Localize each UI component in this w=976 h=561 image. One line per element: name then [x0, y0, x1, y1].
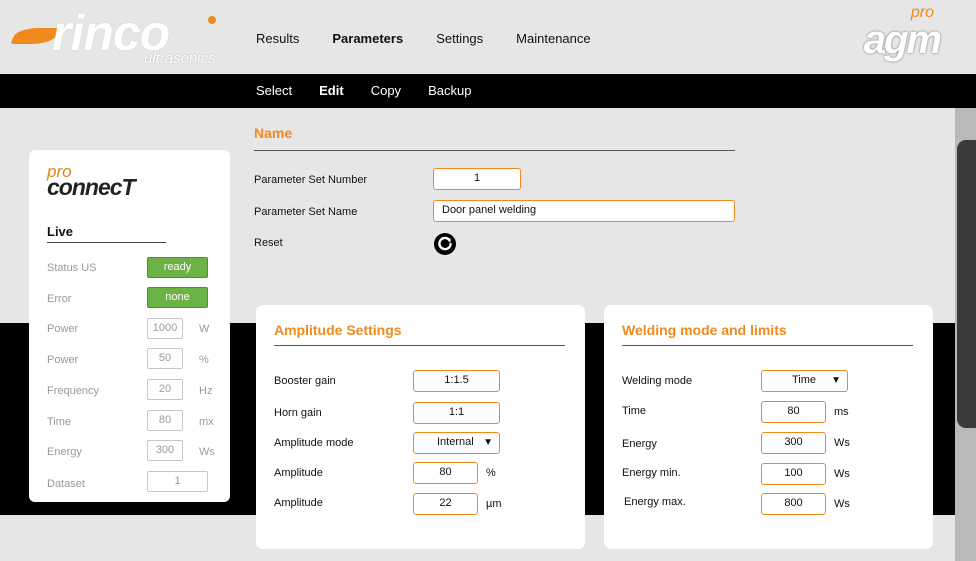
booster-gain-field[interactable]: 1:1.5 [413, 370, 500, 392]
live-dataset-label: Dataset [47, 478, 85, 490]
param-set-name-label: Parameter Set Name [254, 206, 358, 218]
live-power-pct-value: 50 [147, 348, 183, 369]
agm-wordmark: agm [863, 18, 942, 62]
status-badge: ready [147, 257, 208, 278]
param-set-number-field[interactable]: 1 [433, 168, 521, 190]
welding-mode-title: Welding mode and limits [622, 322, 787, 338]
amplitude-mode-value: Internal [437, 436, 474, 448]
horn-gain-label: Horn gain [274, 407, 322, 419]
amplitude-settings-card: Amplitude Settings Booster gain 1:1.5 Ho… [256, 305, 585, 549]
live-status-label: Status US [47, 262, 97, 274]
param-set-name-field[interactable]: Door panel welding [433, 200, 735, 222]
rinco-dot-icon [208, 16, 216, 24]
main-nav: Results Parameters Settings Maintenance [256, 31, 624, 46]
amplitude-um-unit: µm [486, 498, 502, 510]
live-frequency-label: Frequency [47, 385, 99, 397]
booster-gain-label: Booster gain [274, 375, 336, 387]
live-power-w-unit: W [199, 323, 210, 335]
chevron-down-icon: ▼ [831, 375, 841, 386]
welding-divider [622, 345, 913, 346]
live-time-label: Time [47, 416, 72, 428]
name-section-title: Name [254, 125, 293, 141]
energy-min-unit: Ws [834, 468, 850, 480]
live-power-pct-label: Power [47, 354, 79, 366]
top-header: rinco ultrasonics Results Parameters Set… [0, 0, 976, 74]
live-energy-unit: Ws [199, 446, 215, 458]
energy-max-field[interactable]: 800 [761, 493, 826, 515]
welding-mode-select[interactable]: Time ▼ [761, 370, 848, 392]
reset-icon[interactable] [433, 232, 457, 256]
live-title: Live [47, 224, 74, 239]
weld-energy-label: Energy [622, 438, 657, 450]
welding-mode-label: Welding mode [622, 375, 693, 387]
error-badge: none [147, 287, 208, 308]
agm-pro-logo: pro agm [830, 4, 942, 66]
name-section-divider [254, 150, 735, 151]
subnav-backup[interactable]: Backup [428, 83, 471, 98]
amplitude-settings-title: Amplitude Settings [274, 322, 402, 338]
weld-energy-field[interactable]: 300 [761, 432, 826, 454]
weld-time-unit: ms [834, 406, 849, 418]
energy-min-label: Energy min. [622, 467, 681, 479]
weld-energy-unit: Ws [834, 437, 850, 449]
live-dataset-value: 1 [147, 471, 208, 492]
nav-parameters[interactable]: Parameters [332, 31, 403, 46]
energy-max-label: Energy max. [624, 496, 686, 508]
live-time-value: 80 [147, 410, 183, 431]
scrollbar-thumb[interactable] [957, 140, 976, 428]
welding-mode-value: Time [792, 374, 817, 386]
sub-nav: Select Edit Copy Backup [0, 74, 976, 108]
amplitude-divider [274, 345, 565, 346]
chevron-down-icon: ▼ [483, 437, 493, 448]
weld-time-label: Time [622, 405, 647, 417]
amplitude-percent-label: Amplitude [274, 467, 323, 479]
live-energy-value: 300 [147, 440, 183, 461]
amplitude-mode-label: Amplitude mode [274, 437, 354, 449]
param-set-number-label: Parameter Set Number [254, 174, 368, 186]
live-panel: pro connecT Live Status US ready Error n… [29, 150, 230, 502]
subnav-select[interactable]: Select [256, 83, 292, 98]
horn-gain-field[interactable]: 1:1 [413, 402, 500, 424]
welding-mode-card: Welding mode and limits Welding mode Tim… [604, 305, 933, 549]
nav-results[interactable]: Results [256, 31, 299, 46]
energy-max-unit: Ws [834, 498, 850, 510]
amplitude-um-label: Amplitude [274, 497, 323, 509]
live-power-pct-unit: % [199, 354, 209, 366]
live-energy-label: Energy [47, 446, 82, 458]
live-frequency-unit: Hz [199, 385, 213, 397]
weld-time-field[interactable]: 80 [761, 401, 826, 423]
nav-settings[interactable]: Settings [436, 31, 483, 46]
reset-label: Reset [254, 237, 283, 249]
amplitude-um-field[interactable]: 22 [413, 493, 478, 515]
subnav-copy[interactable]: Copy [371, 83, 401, 98]
live-time-unit: mx [199, 416, 214, 428]
energy-min-field[interactable]: 100 [761, 463, 826, 485]
live-error-label: Error [47, 293, 72, 305]
amplitude-mode-select[interactable]: Internal ▼ [413, 432, 500, 454]
subnav-edit[interactable]: Edit [319, 83, 344, 98]
amplitude-percent-field[interactable]: 80 [413, 462, 478, 484]
proconnect-logo: connecT [47, 174, 136, 200]
rinco-logo: rinco ultrasonics [10, 6, 232, 68]
live-power-w-label: Power [47, 323, 79, 335]
live-power-w-value: 1000 [147, 318, 183, 339]
rinco-subtitle: ultrasonics [144, 50, 216, 67]
amplitude-percent-unit: % [486, 467, 496, 479]
nav-maintenance[interactable]: Maintenance [516, 31, 590, 46]
live-frequency-value: 20 [147, 379, 183, 400]
live-divider [47, 242, 166, 243]
